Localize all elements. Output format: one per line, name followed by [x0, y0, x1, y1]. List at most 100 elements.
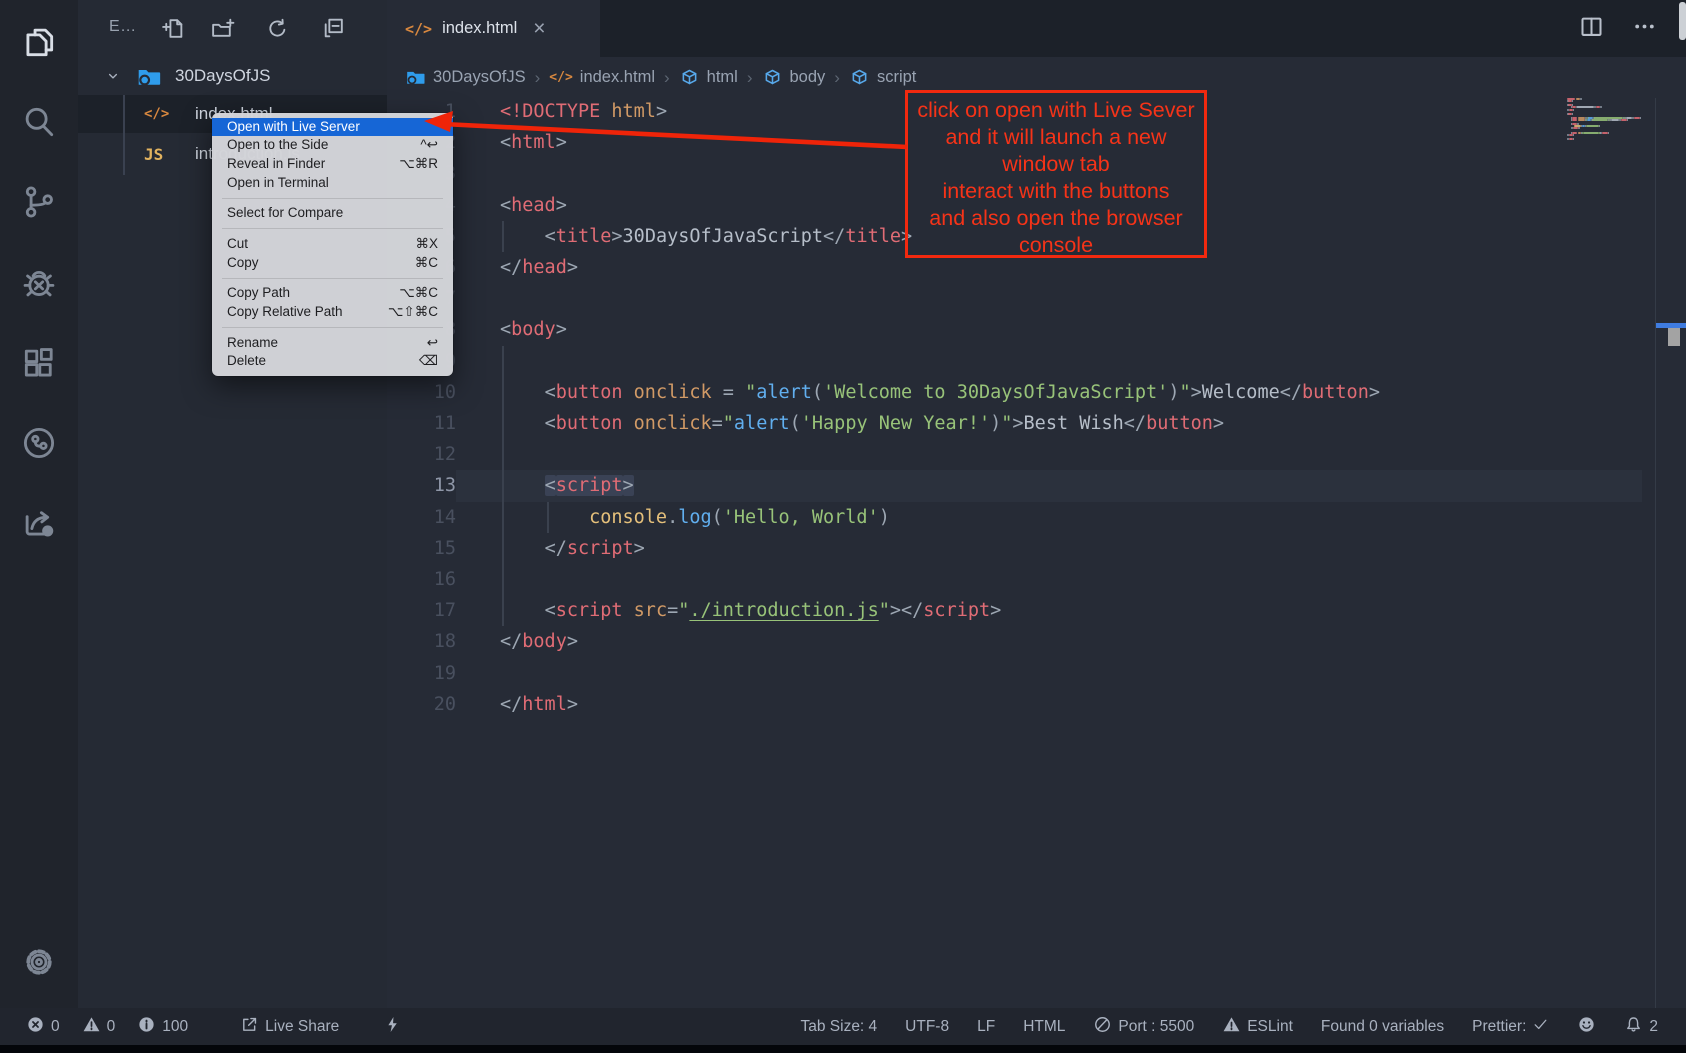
code-token: </: [500, 631, 522, 652]
status-item-live-share[interactable]: Live Share: [240, 1015, 339, 1039]
code-token: onclick: [634, 413, 712, 434]
cube-icon: [762, 67, 783, 88]
menu-item-open-in-terminal[interactable]: Open in Terminal: [212, 174, 453, 193]
code-token: [623, 600, 634, 621]
breadcrumb-label: index.html: [580, 68, 655, 87]
status-item-0[interactable]: 0: [82, 1015, 116, 1039]
menu-item-select-for-compare[interactable]: Select for Compare: [212, 204, 453, 223]
status-item-eslint[interactable]: ESLint: [1222, 1015, 1293, 1039]
code-token: console: [589, 507, 667, 528]
code-text: </script>: [500, 533, 645, 564]
status-item-html[interactable]: HTML: [1023, 1018, 1065, 1036]
status-item-utf-8[interactable]: UTF-8: [905, 1018, 949, 1036]
collapse-all-icon[interactable]: [321, 16, 346, 41]
status-label: Port : 5500: [1118, 1018, 1194, 1036]
refresh-icon[interactable]: [265, 16, 290, 41]
search-icon[interactable]: [19, 102, 59, 142]
activity-bar: [0, 0, 78, 1008]
status-item-prettier-[interactable]: Prettier:: [1472, 1016, 1549, 1038]
source-control-icon[interactable]: [19, 182, 59, 222]
html-file-icon: </>: [405, 20, 432, 38]
code-line: 14 console.log('Hello, World'): [387, 502, 1686, 533]
code-token: 'Happy New Year!': [801, 413, 990, 434]
menu-item-reveal-in-finder[interactable]: Reveal in Finder⌥⌘R: [212, 155, 453, 174]
menu-item-shortcut: ↩: [427, 334, 438, 353]
line-number: 15: [387, 533, 456, 564]
status-item-tab-size-4[interactable]: Tab Size: 4: [800, 1018, 877, 1036]
menu-item-open-to-the-side[interactable]: Open to the Side^↩: [212, 136, 453, 155]
code-token: <: [545, 382, 556, 403]
gear-icon[interactable]: [19, 942, 59, 982]
code-token: </: [545, 538, 567, 559]
files-icon[interactable]: [19, 22, 59, 62]
code-token: [623, 382, 634, 403]
screen-bottom-strip: [0, 1045, 1686, 1053]
share-arrow-icon[interactable]: [19, 503, 59, 543]
warning-outline-icon: [1222, 1015, 1241, 1039]
menu-item-rename[interactable]: Rename↩: [212, 334, 453, 353]
cube-icon: [849, 67, 870, 88]
code-line: 16: [387, 564, 1686, 595]
code-token: <!DOCTYPE: [500, 101, 600, 122]
status-item-smiley[interactable]: [1577, 1015, 1596, 1039]
split-editor-icon[interactable]: [1578, 13, 1605, 45]
status-item-found-0-variables[interactable]: Found 0 variables: [1321, 1018, 1444, 1036]
code-token: <: [545, 600, 556, 621]
html-file-icon: </>: [549, 70, 572, 85]
status-label: LF: [977, 1018, 995, 1036]
menu-item-cut[interactable]: Cut⌘X: [212, 235, 453, 254]
code-token: button: [1146, 413, 1213, 434]
overview-ruler-handle[interactable]: [1668, 328, 1680, 346]
scrollbar-pill[interactable]: [1679, 2, 1686, 40]
menu-item-open-with-live-server[interactable]: Open with Live Server: [212, 118, 453, 137]
code-line: 9: [387, 346, 1686, 377]
menu-item-copy[interactable]: Copy⌘C: [212, 254, 453, 273]
status-item-0[interactable]: 0: [26, 1015, 60, 1039]
breadcrumb-item-html[interactable]: html: [679, 67, 738, 88]
explorer-header: E…: [78, 0, 387, 57]
debug-icon[interactable]: [19, 263, 59, 303]
menu-item-shortcut: ⌫: [419, 352, 438, 371]
menu-item-shortcut: ⌥⌘C: [399, 284, 438, 303]
code-token: ": [879, 600, 890, 621]
minimap-line: [1627, 119, 1629, 121]
breadcrumb-item-30DaysOfJS[interactable]: 30DaysOfJS: [405, 67, 526, 88]
new-folder-icon[interactable]: [210, 16, 235, 41]
menu-separator: [222, 327, 443, 328]
status-item-2[interactable]: 2: [1624, 1015, 1658, 1039]
status-label: 0: [51, 1018, 60, 1036]
breadcrumb-item-index.html[interactable]: </> index.html: [549, 68, 655, 87]
menu-item-label: Copy Path: [227, 284, 290, 303]
code-token: button: [556, 382, 623, 403]
close-icon[interactable]: ×: [533, 18, 545, 39]
code-token: </: [500, 257, 522, 278]
status-item-100[interactable]: 100: [137, 1015, 188, 1039]
menu-item-label: Cut: [227, 235, 248, 254]
code-token: [623, 413, 634, 434]
menu-item-delete[interactable]: Delete ⌫: [212, 352, 453, 371]
tab-index-html[interactable]: </> index.html ×: [387, 0, 600, 57]
breadcrumb-item-script[interactable]: script: [849, 67, 916, 88]
status-label: Prettier:: [1472, 1018, 1526, 1036]
extensions-icon[interactable]: [19, 343, 59, 383]
code-token: ": [1001, 413, 1012, 434]
ellipsis-icon[interactable]: [1631, 13, 1658, 45]
breadcrumb-label: html: [707, 68, 738, 87]
tree-item-folder[interactable]: 30DaysOfJS: [78, 58, 387, 94]
status-item-bolt[interactable]: [383, 1015, 402, 1039]
breadcrumb-item-body[interactable]: body: [762, 67, 826, 88]
status-item-port-5500[interactable]: Port : 5500: [1093, 1015, 1194, 1039]
status-label: UTF-8: [905, 1018, 949, 1036]
live-circle-icon[interactable]: [19, 423, 59, 463]
status-item-lf[interactable]: LF: [977, 1018, 995, 1036]
code-token: script: [556, 600, 623, 621]
menu-item-copy-relative-path[interactable]: Copy Relative Path⌥⇧⌘C: [212, 303, 453, 322]
slash-icon: [1093, 1015, 1112, 1039]
menu-item-copy-path[interactable]: Copy Path ⌥⌘C: [212, 284, 453, 303]
menu-item-label: Copy Relative Path: [227, 303, 343, 322]
menu-item-label: Delete: [227, 352, 266, 371]
code-token: [500, 600, 545, 621]
code-text: <html>: [500, 127, 567, 158]
new-file-icon[interactable]: [160, 16, 185, 41]
status-label: Tab Size: 4: [800, 1018, 877, 1036]
